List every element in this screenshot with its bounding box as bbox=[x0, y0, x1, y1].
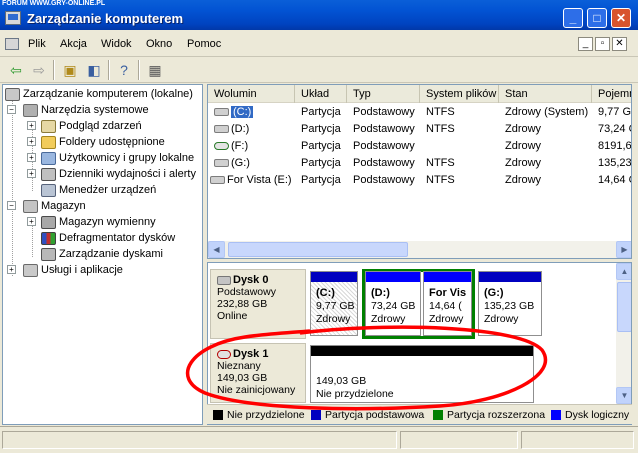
computer-management-window: FORUM WWW.GRY-ONLINE.PL Zarządzanie komp… bbox=[0, 0, 638, 453]
red-annotation-ellipse bbox=[185, 325, 548, 411]
